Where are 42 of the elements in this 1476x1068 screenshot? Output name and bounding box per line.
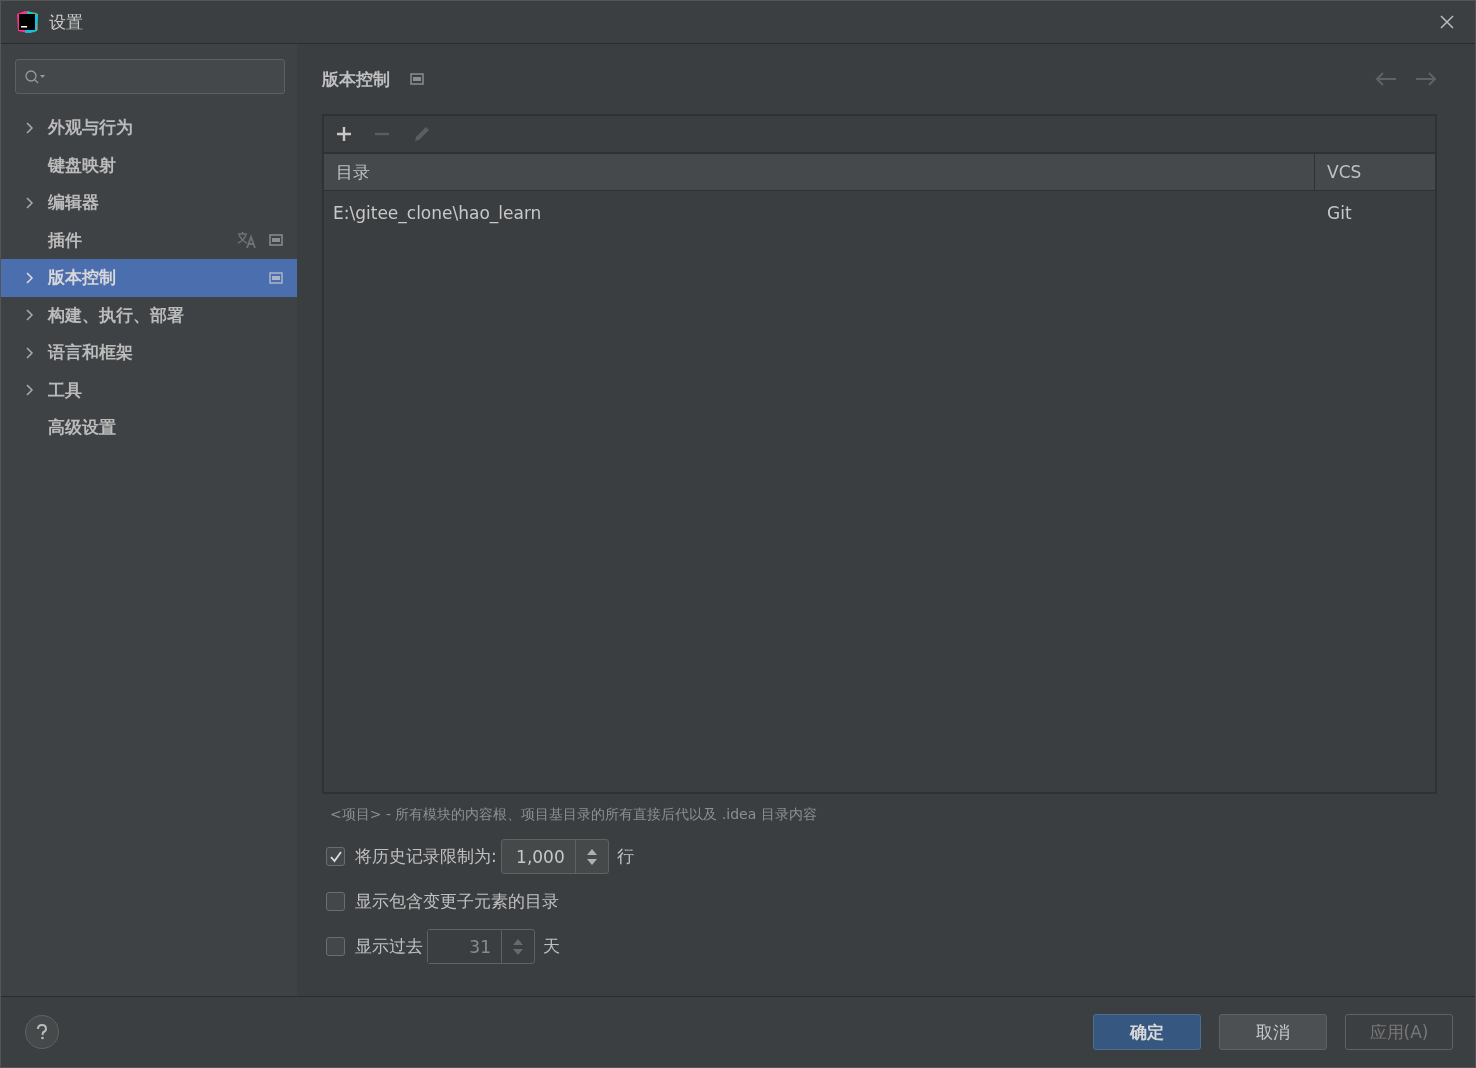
column-header[interactable]: VCS (1314, 154, 1435, 190)
number-spinner[interactable]: 1,000 (500, 839, 609, 874)
option-label: 显示包含变更子元素的目录 (355, 890, 559, 913)
number-spinner[interactable]: 31 (427, 929, 535, 964)
chevron-icon (26, 309, 34, 322)
chevron-icon (26, 384, 34, 397)
add-icon[interactable] (336, 126, 352, 142)
table-cell-text: E:\gitee_clone\hao_learn (332, 202, 543, 226)
hint-text: <项目> - 所有模块的内容根、项目基目录的所有直接后代以及 .idea 目录内容 (330, 806, 818, 824)
sidebar-item[interactable]: 语言和框架 (1, 334, 297, 372)
unit-label: 行 (616, 845, 634, 868)
app-logo-icon (15, 10, 39, 34)
search-field[interactable] (15, 59, 285, 94)
table-cell-text: Git (1326, 202, 1353, 225)
close-icon (1439, 14, 1455, 30)
check-icon (328, 849, 343, 864)
sidebar-item[interactable]: 键盘映射 (1, 146, 297, 184)
help-button[interactable] (25, 1015, 59, 1049)
sidebar-item[interactable]: 外观与行为 (1, 109, 297, 147)
chevron-icon (26, 346, 34, 359)
dialog-button[interactable]: 取消 (1219, 1014, 1327, 1050)
chevron-icon (26, 121, 34, 134)
search-icon (24, 68, 48, 85)
page-title: 版本控制 (322, 67, 390, 91)
sidebar-item[interactable]: 高级设置 (1, 409, 297, 447)
checkbox[interactable] (326, 847, 345, 866)
checkbox[interactable] (326, 937, 345, 956)
chevron-icon (26, 196, 34, 209)
option-label: 将历史记录限制为: (355, 845, 497, 868)
checkbox[interactable] (326, 892, 345, 911)
column-header[interactable]: 目录 (324, 154, 1314, 190)
sidebar-item[interactable]: 插件 (1, 221, 297, 259)
chevron-icon (26, 271, 34, 284)
sidebar-item[interactable]: 版本控制 (1, 259, 297, 297)
unit-label: 天 (543, 935, 560, 958)
help-icon (36, 1024, 48, 1040)
dialog-button[interactable]: 确定 (1093, 1014, 1201, 1050)
option-label: 显示过去 (355, 935, 423, 958)
sidebar-item[interactable]: 构建、执行、部署 (1, 296, 297, 334)
sidebar-item[interactable]: 工具 (1, 371, 297, 409)
window-title: 设置 (49, 10, 83, 34)
sidebar-item[interactable]: 编辑器 (1, 184, 297, 222)
